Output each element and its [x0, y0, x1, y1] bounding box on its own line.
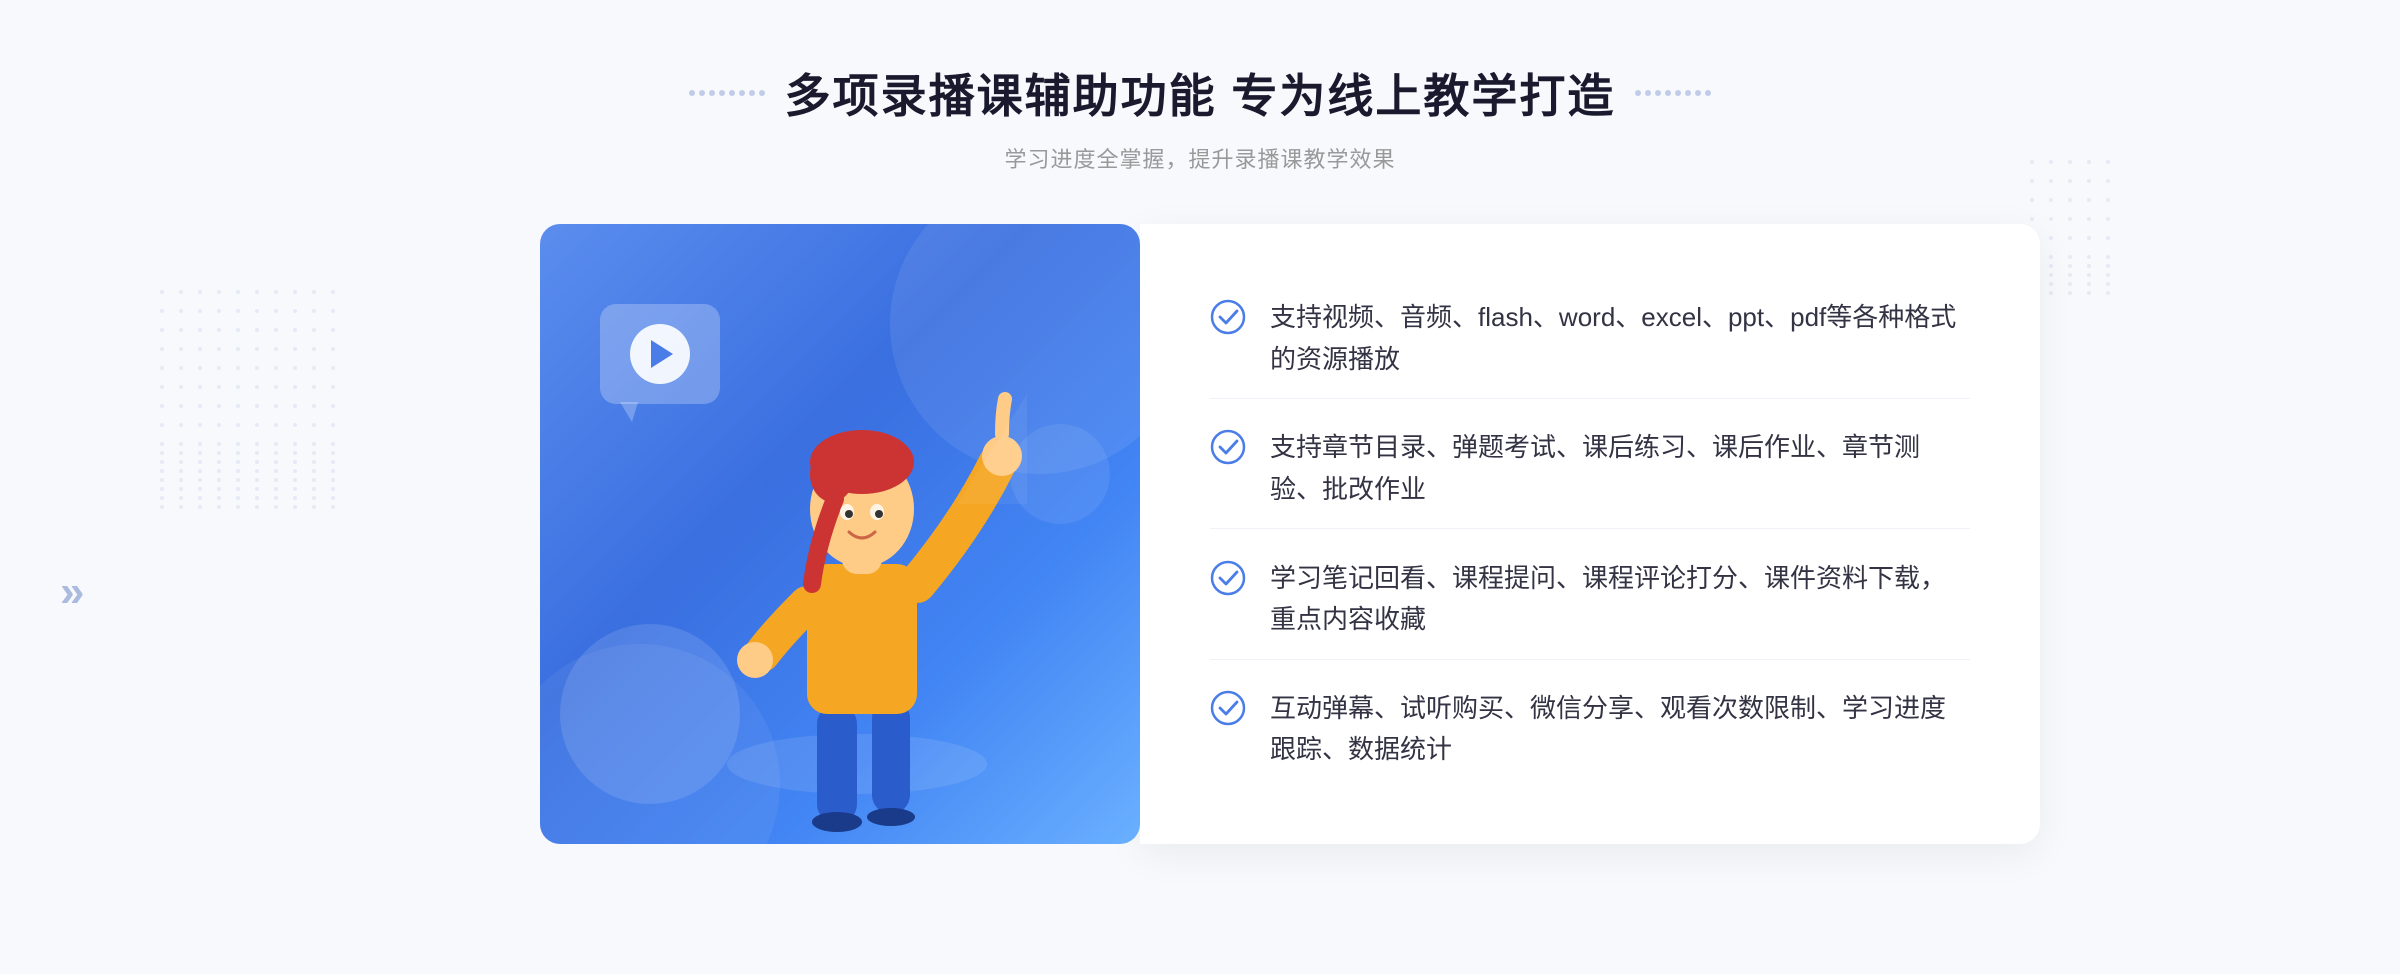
person-illustration	[687, 344, 1027, 844]
play-triangle-icon	[651, 340, 673, 368]
check-icon-2	[1210, 429, 1246, 465]
page-container: document.addEventListener('DOMContentLoa…	[0, 0, 2400, 974]
left-decorative-dots	[689, 90, 765, 96]
left-arrow-decoration: »	[60, 567, 84, 617]
right-decorative-dots	[1635, 90, 1711, 96]
subtitle: 学习进度全掌握，提升录播课教学效果	[689, 142, 1712, 174]
feature-4: 互动弹幕、试听购买、微信分享、观看次数限制、学习进度跟踪、数据统计	[1210, 670, 1970, 789]
content-area: 支持视频、音频、flash、word、excel、ppt、pdf等各种格式的资源…	[360, 224, 2040, 844]
feature-text-2: 支持章节目录、弹题考试、课后练习、课后作业、章节测验、批改作业	[1270, 427, 1970, 510]
content-panel: 支持视频、音频、flash、word、excel、ppt、pdf等各种格式的资源…	[1140, 224, 2040, 844]
check-icon-1	[1210, 299, 1246, 335]
feature-3: 学习笔记回看、课程提问、课程评论打分、课件资料下载，重点内容收藏	[1210, 540, 1970, 660]
check-icon-3	[1210, 560, 1246, 596]
check-icon-4	[1210, 690, 1246, 726]
illustration-card	[540, 224, 1140, 844]
feature-1: 支持视频、音频、flash、word、excel、ppt、pdf等各种格式的资源…	[1210, 279, 1970, 399]
title-row: 多项录播课辅助功能 专为线上教学打造	[689, 60, 1712, 126]
main-title: 多项录播课辅助功能 专为线上教学打造	[785, 60, 1616, 126]
header-section: 多项录播课辅助功能 专为线上教学打造 学习进度全掌握，提升录播课教学效果	[689, 60, 1712, 174]
feature-2: 支持章节目录、弹题考试、课后练习、课后作业、章节测验、批改作业	[1210, 409, 1970, 529]
feature-text-4: 互动弹幕、试听购买、微信分享、观看次数限制、学习进度跟踪、数据统计	[1270, 688, 1970, 771]
dot-decoration-left: document.addEventListener('DOMContentLoa…	[160, 290, 345, 509]
play-icon-circle	[630, 324, 690, 384]
feature-text-1: 支持视频、音频、flash、word、excel、ppt、pdf等各种格式的资源…	[1270, 297, 1970, 380]
dot-decoration-right	[2030, 160, 2120, 295]
feature-text-3: 学习笔记回看、课程提问、课程评论打分、课件资料下载，重点内容收藏	[1270, 558, 1970, 641]
